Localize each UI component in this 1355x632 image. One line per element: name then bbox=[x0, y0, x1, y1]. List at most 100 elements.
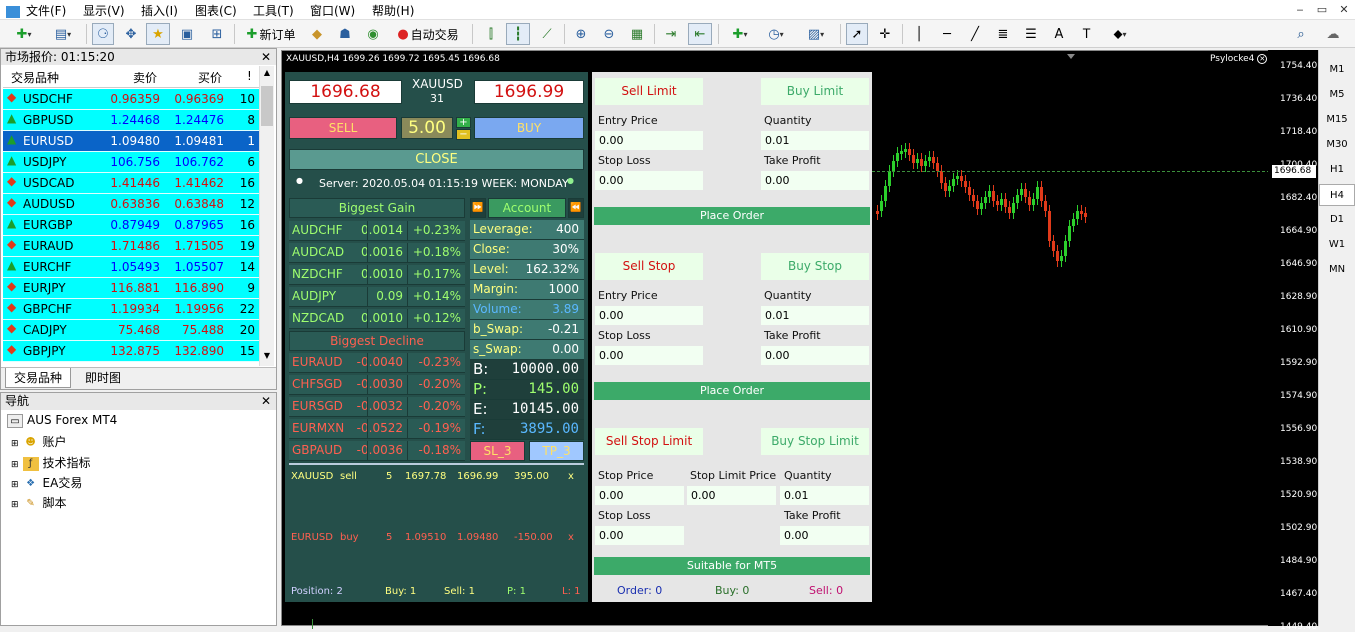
crosshair-icon[interactable]: ✛ bbox=[874, 23, 896, 45]
table-row[interactable]: ▲ EURUSD 1.09480 1.09481 1 bbox=[3, 131, 259, 152]
line-chart-icon[interactable]: ⟋ bbox=[536, 23, 558, 45]
scroll-thumb[interactable] bbox=[261, 86, 273, 126]
entry-price-input[interactable]: 0.00 bbox=[595, 306, 703, 325]
take-profit-input[interactable]: 0.00 bbox=[761, 171, 869, 190]
sl-button[interactable]: SL_3 bbox=[470, 441, 525, 461]
gold-icon[interactable]: ◆ bbox=[306, 23, 328, 45]
fibonacci-icon[interactable]: ☰ bbox=[1020, 23, 1042, 45]
navigator-scripts[interactable]: ⊞ ✎ 脚本 bbox=[11, 494, 67, 511]
cursor-icon[interactable]: ➚ bbox=[846, 23, 868, 45]
take-profit-input[interactable]: 0.00 bbox=[761, 346, 869, 365]
menu-window[interactable]: 窗口(W) bbox=[310, 2, 355, 19]
templates-icon[interactable]: ▨ ▾ bbox=[798, 23, 834, 45]
sell-stop-button[interactable]: Sell Stop bbox=[595, 253, 703, 280]
text-label-icon[interactable]: Ꭲ bbox=[1076, 23, 1098, 45]
new-order-button[interactable]: ✚ 新订单 bbox=[240, 23, 302, 45]
close-position-button[interactable]: x bbox=[568, 471, 574, 482]
data-window-icon[interactable]: ✥ bbox=[120, 23, 142, 45]
scroll-up-icon[interactable]: ▲ bbox=[261, 68, 273, 78]
take-profit-input[interactable]: 0.00 bbox=[780, 526, 869, 545]
periods-icon[interactable]: ◷ ▾ bbox=[760, 23, 792, 45]
timeframe-mn[interactable]: MN bbox=[1319, 259, 1355, 281]
navigator-indicators[interactable]: ⊞ ƒ 技术指标 bbox=[11, 454, 91, 471]
minimize-icon[interactable]: ‒ bbox=[1290, 2, 1310, 18]
market-watch-icon[interactable]: ⚆ bbox=[92, 23, 114, 45]
quantity-input[interactable]: 0.01 bbox=[780, 486, 869, 505]
sell-stop-limit-button[interactable]: Sell Stop Limit bbox=[595, 428, 703, 455]
place-order-button[interactable]: Place Order bbox=[594, 382, 870, 400]
lot-increase-button[interactable]: + bbox=[456, 117, 471, 128]
table-row[interactable]: ◆ USDCAD 1.41446 1.41462 16 bbox=[3, 173, 259, 194]
timeframe-w1[interactable]: W1 bbox=[1319, 234, 1355, 256]
profiles-icon[interactable]: ▤ ▾ bbox=[46, 23, 80, 45]
stop-price-input[interactable]: 0.00 bbox=[595, 486, 684, 505]
table-row[interactable]: ◆ EURAUD 1.71486 1.71505 19 bbox=[3, 236, 259, 257]
stop-loss-input[interactable]: 0.00 bbox=[595, 526, 684, 545]
menu-view[interactable]: 显示(V) bbox=[83, 2, 125, 19]
navigator-expert-advisors[interactable]: ⊞ ❖ EA交易 bbox=[11, 474, 82, 491]
scroll-down-icon[interactable]: ▼ bbox=[261, 351, 273, 361]
timeframe-h4[interactable]: H4 bbox=[1319, 184, 1355, 206]
auto-trading-button[interactable]: ● 自动交易 bbox=[390, 23, 466, 45]
table-row[interactable]: ◆ GBPCHF 1.19934 1.19956 22 bbox=[3, 299, 259, 320]
stop-limit-price-input[interactable]: 0.00 bbox=[687, 486, 776, 505]
search-icon[interactable]: ⌕ bbox=[1290, 23, 1312, 45]
close-icon[interactable]: ✕ bbox=[261, 393, 271, 410]
zoom-out-icon[interactable]: ⊖ bbox=[598, 23, 620, 45]
menu-tools[interactable]: 工具(T) bbox=[253, 2, 294, 19]
place-order-button[interactable]: Place Order bbox=[594, 207, 870, 225]
restore-icon[interactable]: ▭ bbox=[1312, 2, 1332, 18]
close-icon[interactable]: ✕ bbox=[1257, 54, 1268, 64]
menu-file[interactable]: 文件(F) bbox=[6, 2, 66, 19]
close-icon[interactable]: ✕ bbox=[261, 49, 271, 65]
quantity-input[interactable]: 0.01 bbox=[761, 131, 869, 150]
vertical-line-icon[interactable]: │ bbox=[908, 23, 930, 45]
buy-stop-button[interactable]: Buy Stop bbox=[761, 253, 869, 280]
table-row[interactable]: ◆ CADJPY 75.468 75.488 20 bbox=[3, 320, 259, 341]
table-row[interactable]: ▲ EURCHF 1.05493 1.05507 14 bbox=[3, 257, 259, 278]
lot-size-input[interactable]: 5.00 bbox=[401, 117, 453, 139]
navigator-icon[interactable]: ★ bbox=[146, 23, 170, 45]
table-row[interactable]: ▲ GBPUSD 1.24468 1.24476 8 bbox=[3, 110, 259, 131]
trendline-icon[interactable]: ╱ bbox=[964, 23, 986, 45]
timeframe-m30[interactable]: M30 bbox=[1319, 134, 1355, 156]
table-row[interactable]: ◆ EURJPY 116.881 116.890 9 bbox=[3, 278, 259, 299]
table-row[interactable]: ◆ GBPJPY 132.875 132.890 15 bbox=[3, 341, 259, 362]
menu-help[interactable]: 帮助(H) bbox=[372, 2, 414, 19]
tile-windows-icon[interactable]: ▦ bbox=[626, 23, 648, 45]
timeframe-m1[interactable]: M1 bbox=[1319, 59, 1355, 81]
buy-limit-button[interactable]: Buy Limit bbox=[761, 78, 869, 105]
stop-loss-input[interactable]: 0.00 bbox=[595, 346, 703, 365]
zoom-in-icon[interactable]: ⊕ bbox=[570, 23, 592, 45]
horizontal-line-icon[interactable]: ─ bbox=[936, 23, 958, 45]
close-position-button[interactable]: x bbox=[568, 532, 574, 543]
prev-page-icon[interactable]: ⏩ bbox=[470, 198, 486, 218]
column-ask[interactable]: 买价 bbox=[198, 69, 222, 86]
close-all-button[interactable]: CLOSE bbox=[289, 149, 584, 170]
column-symbol[interactable]: 交易品种 bbox=[11, 69, 59, 86]
navigator-root[interactable]: ▭ AUS Forex MT4 bbox=[7, 413, 117, 428]
market-watch-scrollbar[interactable]: ▲ ▼ bbox=[259, 66, 274, 366]
timeframe-m15[interactable]: M15 bbox=[1319, 109, 1355, 131]
table-row[interactable]: ▲ USDJPY 106.756 106.762 6 bbox=[3, 152, 259, 173]
next-page-icon[interactable]: ⏪ bbox=[568, 198, 584, 218]
entry-price-input[interactable]: 0.00 bbox=[595, 131, 703, 150]
sell-limit-button[interactable]: Sell Limit bbox=[595, 78, 703, 105]
chat-icon[interactable]: ☁ bbox=[1318, 23, 1348, 45]
menu-charts[interactable]: 图表(C) bbox=[195, 2, 237, 19]
timeframe-h1[interactable]: H1 bbox=[1319, 159, 1355, 181]
text-icon[interactable]: A bbox=[1048, 23, 1070, 45]
arrows-icon[interactable]: ⬥ ▾ bbox=[1102, 23, 1138, 45]
market-icon[interactable]: ◉ bbox=[362, 23, 384, 45]
indicators-icon[interactable]: ✚ ▾ bbox=[724, 23, 756, 45]
bar-chart-icon[interactable]: ⫿ bbox=[480, 23, 502, 45]
lot-decrease-button[interactable]: − bbox=[456, 129, 471, 140]
buy-stop-limit-button[interactable]: Buy Stop Limit bbox=[761, 428, 869, 455]
chart-shift-icon[interactable]: ⇤ bbox=[688, 23, 712, 45]
timeframe-d1[interactable]: D1 bbox=[1319, 209, 1355, 231]
tp-button[interactable]: TP_3 bbox=[529, 441, 584, 461]
signals-icon[interactable]: ☗ bbox=[334, 23, 356, 45]
navigator-accounts[interactable]: ⊞ ☻ 账户 bbox=[11, 433, 67, 450]
close-icon[interactable]: ✕ bbox=[1334, 2, 1354, 18]
column-bid[interactable]: 卖价 bbox=[133, 69, 157, 86]
